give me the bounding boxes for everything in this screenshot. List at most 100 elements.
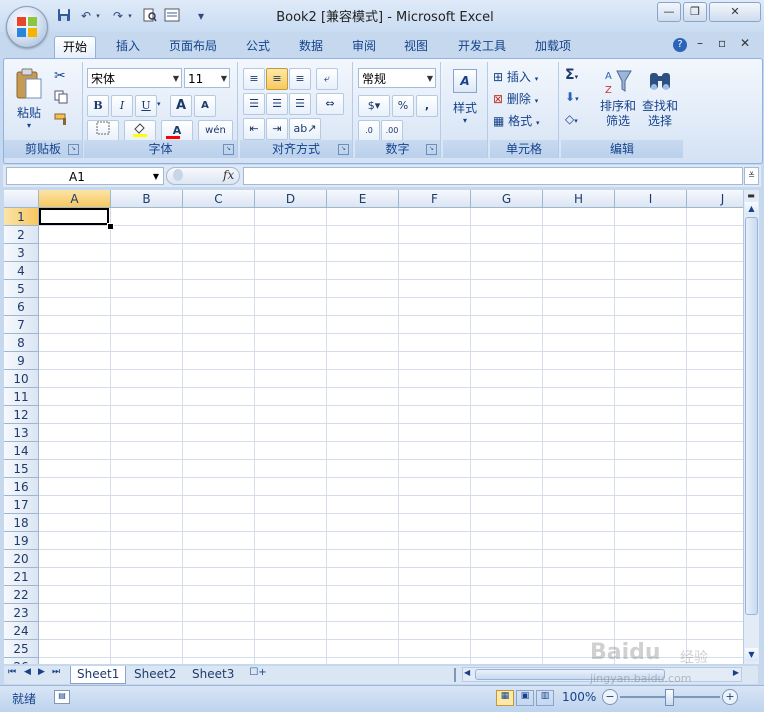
- row-header-4[interactable]: 4: [4, 262, 39, 280]
- column-header-c[interactable]: C: [183, 190, 255, 208]
- font-launcher-icon[interactable]: ↘: [223, 144, 234, 155]
- row-header-7[interactable]: 7: [4, 316, 39, 334]
- shrink-font-button[interactable]: A: [194, 95, 216, 117]
- row-header-8[interactable]: 8: [4, 334, 39, 352]
- copy-icon[interactable]: [54, 90, 68, 107]
- help-icon[interactable]: ?: [673, 38, 687, 52]
- sheet-tab-1[interactable]: Sheet1: [70, 666, 127, 684]
- page-layout-view-icon[interactable]: ▣: [516, 690, 534, 706]
- split-box-icon[interactable]: ▬: [746, 191, 756, 201]
- close-button[interactable]: ✕: [709, 2, 761, 22]
- autosum-button[interactable]: Σ▾: [565, 67, 578, 83]
- worksheet-grid[interactable]: ABCDEFGHIJ 1 2 3 4 5 6 7 8 9 10 11 12 13 14 15 16 17 18 19…: [4, 190, 743, 664]
- border-button[interactable]: [87, 120, 119, 142]
- column-header-d[interactable]: D: [255, 190, 327, 208]
- row-header-25[interactable]: 25: [4, 640, 39, 658]
- tab-review[interactable]: 审阅: [344, 36, 384, 57]
- column-header-b[interactable]: B: [111, 190, 183, 208]
- merge-center-icon[interactable]: ⇔: [316, 93, 344, 115]
- column-header-g[interactable]: G: [471, 190, 543, 208]
- number-format-combo[interactable]: 常规 ▼: [358, 68, 436, 88]
- wrap-text-icon[interactable]: ⤶: [316, 68, 338, 90]
- scroll-right-arrow-icon[interactable]: ▶: [733, 668, 739, 677]
- fill-button[interactable]: ⬇▾: [565, 90, 579, 104]
- decrease-decimal-button[interactable]: .00 .0: [381, 120, 403, 154]
- align-bottom-icon[interactable]: ≡: [289, 68, 311, 90]
- scroll-left-arrow-icon[interactable]: ◀: [464, 668, 470, 677]
- align-top-icon[interactable]: ≡: [243, 68, 265, 90]
- row-header-3[interactable]: 3: [4, 244, 39, 262]
- row-header-1[interactable]: 1: [4, 208, 39, 226]
- name-box[interactable]: A1 ▼: [6, 167, 164, 185]
- alignment-launcher-icon[interactable]: ↘: [338, 144, 349, 155]
- align-right-icon[interactable]: ☰: [289, 93, 311, 115]
- cut-icon[interactable]: ✂: [54, 68, 66, 84]
- row-header-17[interactable]: 17: [4, 496, 39, 514]
- column-header-a[interactable]: A: [39, 190, 111, 208]
- tab-split-handle[interactable]: [454, 668, 462, 682]
- undo-dropdown-icon[interactable]: ▾: [94, 8, 102, 24]
- undo-icon[interactable]: ↶: [78, 8, 94, 24]
- font-color-button[interactable]: A: [161, 120, 193, 142]
- save-icon[interactable]: [56, 8, 72, 24]
- zoom-slider-thumb[interactable]: [665, 689, 674, 706]
- row-header-22[interactable]: 22: [4, 586, 39, 604]
- tab-developer[interactable]: 开发工具: [450, 36, 514, 57]
- tab-view[interactable]: 视图: [396, 36, 436, 57]
- format-cells-button[interactable]: ▦ 格式 ▾: [493, 112, 540, 129]
- underline-dropdown-icon[interactable]: ▾: [157, 100, 161, 108]
- row-header-9[interactable]: 9: [4, 352, 39, 370]
- row-header-18[interactable]: 18: [4, 514, 39, 532]
- redo-dropdown-icon[interactable]: ▾: [126, 8, 134, 24]
- row-header-21[interactable]: 21: [4, 568, 39, 586]
- row-header-16[interactable]: 16: [4, 478, 39, 496]
- tab-page-layout[interactable]: 页面布局: [161, 36, 225, 57]
- decrease-indent-icon[interactable]: ⇤: [243, 118, 265, 140]
- insert-cells-button[interactable]: ⊞ 插入 ▾: [493, 68, 538, 85]
- find-select-button[interactable]: 查找和 选择: [639, 66, 681, 138]
- row-header-20[interactable]: 20: [4, 550, 39, 568]
- scroll-up-arrow-icon[interactable]: ▲: [745, 202, 758, 215]
- ribbon-restore-button[interactable]: ▫: [718, 36, 726, 50]
- font-size-combo[interactable]: 11 ▼: [184, 68, 230, 88]
- tab-addins[interactable]: 加载项: [527, 36, 579, 57]
- align-left-icon[interactable]: ☰: [243, 93, 265, 115]
- sort-filter-button[interactable]: AZ 排序和 筛选: [597, 66, 639, 138]
- zoom-in-icon[interactable]: +: [722, 689, 738, 705]
- minimize-button[interactable]: —: [657, 2, 681, 22]
- tab-formulas[interactable]: 公式: [238, 36, 278, 57]
- row-header-13[interactable]: 13: [4, 424, 39, 442]
- comma-button[interactable]: ,: [416, 95, 438, 117]
- accounting-format-icon[interactable]: $▾: [358, 95, 390, 117]
- formula-input[interactable]: [243, 167, 743, 185]
- percent-button[interactable]: %: [392, 95, 414, 117]
- clear-button[interactable]: ◇▾: [565, 112, 578, 126]
- zoom-out-icon[interactable]: −: [602, 689, 618, 705]
- increase-decimal-button[interactable]: .0 .00: [358, 120, 380, 154]
- insert-function-icon[interactable]: fx: [223, 168, 234, 182]
- insert-sheet-icon[interactable]: ☐+: [248, 667, 268, 681]
- row-header-6[interactable]: 6: [4, 298, 39, 316]
- ribbon-minimize-button[interactable]: –: [697, 36, 703, 50]
- print-preview-icon[interactable]: [142, 8, 158, 24]
- row-header-2[interactable]: 2: [4, 226, 39, 244]
- redo-icon[interactable]: ↷: [110, 8, 126, 24]
- row-header-14[interactable]: 14: [4, 442, 39, 460]
- column-header-f[interactable]: F: [399, 190, 471, 208]
- tab-home[interactable]: 开始: [54, 36, 97, 58]
- underline-button[interactable]: U: [135, 95, 157, 117]
- office-button[interactable]: [6, 6, 48, 48]
- row-header-26[interactable]: 26: [4, 658, 39, 664]
- phonetic-button[interactable]: wén 文: [198, 120, 233, 155]
- row-header-12[interactable]: 12: [4, 406, 39, 424]
- column-header-h[interactable]: H: [543, 190, 615, 208]
- vertical-scrollbar[interactable]: ▬ ▲ ▼: [743, 190, 759, 664]
- zoom-level[interactable]: 100%: [562, 690, 596, 704]
- format-painter-icon[interactable]: [54, 112, 70, 129]
- tab-data[interactable]: 数据: [291, 36, 331, 57]
- select-all-corner[interactable]: [4, 190, 39, 208]
- paste-button[interactable]: 粘贴 ▾: [10, 66, 48, 140]
- delete-cells-button[interactable]: ⊠ 删除 ▾: [493, 90, 538, 107]
- row-header-19[interactable]: 19: [4, 532, 39, 550]
- row-header-15[interactable]: 15: [4, 460, 39, 478]
